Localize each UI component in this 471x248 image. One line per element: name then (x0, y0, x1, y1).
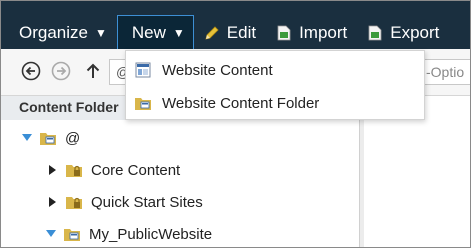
tree-item-label: My_PublicWebsite (89, 225, 213, 243)
caret-down-icon: ▼ (172, 25, 185, 40)
website-folder-icon (40, 133, 56, 145)
edit-button[interactable]: Edit (194, 15, 266, 51)
export-file-icon (367, 25, 383, 41)
tree-item-root[interactable]: @ (21, 127, 80, 149)
export-label: Export (390, 23, 440, 42)
edit-label: Edit (226, 23, 257, 42)
website-folder-icon (135, 98, 151, 110)
collapsed-arrow-icon[interactable] (47, 164, 59, 176)
import-label: Import (299, 23, 348, 42)
expanded-arrow-icon[interactable] (21, 132, 33, 144)
menu-item-label: Website Content (162, 61, 273, 79)
organize-menu-button[interactable]: Organize ▼ (1, 15, 117, 51)
menu-item-website-content[interactable]: Website Content (126, 54, 424, 86)
locked-folder-icon (66, 165, 82, 177)
collapsed-arrow-icon[interactable] (47, 196, 59, 208)
caret-down-icon: ▼ (94, 26, 107, 40)
new-dropdown-menu: Website Content Website Content Folder (125, 50, 425, 120)
expanded-arrow-icon[interactable] (45, 228, 57, 240)
app-window: Organize ▼ New ▼ Edit Import Export @ -O… (0, 0, 471, 248)
tree-item-label: @ (65, 129, 81, 147)
import-button[interactable]: Import (266, 15, 357, 51)
locked-folder-icon (66, 197, 82, 209)
pencil-icon (204, 25, 220, 41)
website-content-icon (135, 62, 151, 78)
tree-item-quick-start-sites[interactable]: Quick Start Sites (47, 191, 203, 213)
back-icon[interactable] (21, 61, 41, 81)
menu-item-label: Website Content Folder (162, 94, 320, 112)
forward-icon[interactable] (51, 61, 71, 81)
options-dropdown[interactable]: -Optio (419, 59, 470, 85)
menu-item-website-content-folder[interactable]: Website Content Folder (126, 87, 424, 119)
up-arrow-icon[interactable] (83, 61, 103, 81)
website-folder-icon (64, 229, 80, 241)
tree-item-core-content[interactable]: Core Content (47, 159, 180, 181)
new-label: New (131, 22, 166, 42)
export-button[interactable]: Export (357, 15, 449, 51)
organize-label: Organize (19, 23, 88, 42)
import-file-icon (276, 25, 292, 41)
tree-item-my-publicwebsite[interactable]: My_PublicWebsite (45, 223, 212, 245)
main-toolbar: Organize ▼ New ▼ Edit Import Export (1, 1, 470, 51)
new-menu-button[interactable]: New ▼ (116, 15, 194, 50)
tree-item-label: Core Content (91, 161, 181, 179)
tree-item-label: Quick Start Sites (91, 193, 203, 211)
